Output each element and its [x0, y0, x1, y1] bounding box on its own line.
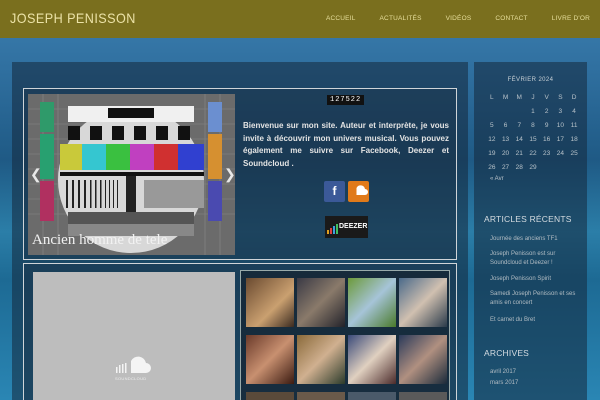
calendar-day	[499, 104, 513, 118]
nav-livre-dor[interactable]: LIVRE D'OR	[552, 15, 590, 22]
calendar-day	[554, 160, 568, 174]
gallery-photo[interactable]	[348, 278, 396, 327]
site-header: JOSEPH PENISSON ACCUEIL ACTUALITÉS VIDÉO…	[0, 0, 600, 38]
calendar-day: 7	[517, 121, 522, 129]
calendar-day: 23	[543, 149, 551, 157]
calendar-day: 24	[556, 149, 564, 157]
site-title[interactable]: JOSEPH PENISSON	[10, 10, 136, 26]
recent-articles-title: ARTICLES RÉCENTS	[484, 214, 572, 224]
deezer-label: DEEZER	[339, 223, 368, 230]
calendar-day	[540, 160, 554, 174]
calendar-day: 26	[488, 163, 496, 171]
calendar-day: 28	[515, 163, 523, 171]
calendar-day: 19	[488, 149, 496, 157]
calendar-day: 14	[515, 135, 523, 143]
soundcloud-logo-icon	[116, 356, 151, 373]
gallery-photo[interactable]	[297, 335, 345, 384]
archive-link[interactable]: avril 2017	[490, 368, 583, 377]
nav-contact[interactable]: CONTACT	[495, 15, 527, 22]
calendar-day: 10	[556, 121, 564, 129]
facebook-button[interactable]: f	[324, 181, 345, 202]
calendar-day: 8	[531, 121, 535, 129]
gallery-photo[interactable]	[297, 278, 345, 327]
calendar-day: 17	[556, 135, 564, 143]
deezer-button[interactable]: DEEZER	[325, 216, 368, 238]
gallery-photo[interactable]	[246, 335, 294, 384]
gallery-photo[interactable]	[399, 392, 447, 400]
soundcloud-button[interactable]	[348, 181, 369, 202]
deezer-icon	[327, 224, 338, 234]
calendar-day-header: S	[558, 93, 563, 101]
calendar-day: 29	[529, 163, 537, 171]
calendar-day	[512, 104, 526, 118]
gallery-photo[interactable]	[399, 278, 447, 327]
calendar-day-header: L	[490, 93, 494, 101]
image-slider[interactable]	[28, 94, 235, 255]
soundcloud-label: SOUNDCLOUD	[115, 376, 147, 381]
calendar-day: 2	[544, 107, 549, 115]
nav-videos[interactable]: VIDÉOS	[446, 15, 472, 22]
calendar-day	[567, 160, 581, 174]
slider-next-icon[interactable]: ❯	[224, 166, 236, 183]
calendar-day: 1	[531, 107, 535, 115]
calendar-day: 13	[501, 135, 510, 143]
calendar-day: 27	[501, 163, 510, 171]
nav-accueil[interactable]: ACCUEIL	[326, 15, 356, 22]
welcome-text: Bienvenue sur mon site. Auteur et interp…	[243, 121, 449, 168]
calendar-day: 22	[529, 149, 537, 157]
photo-gallery	[240, 270, 450, 400]
tv-test-card-image	[28, 94, 235, 255]
slider-prev-icon[interactable]: ❮	[30, 166, 42, 183]
recent-article-link[interactable]: Joseph Penisson Spirit	[490, 275, 583, 284]
main-nav: ACCUEIL ACTUALITÉS VIDÉOS CONTACT LIVRE …	[302, 15, 590, 22]
facebook-icon: f	[332, 184, 337, 198]
calendar-day: 15	[529, 135, 537, 143]
calendar-prev-link[interactable]: « Avr	[490, 176, 504, 182]
calendar-day: 6	[503, 121, 508, 129]
gallery-photo[interactable]	[348, 392, 396, 400]
calendar-day-header: M	[516, 93, 522, 101]
calendar-day: 16	[543, 135, 551, 143]
recent-article-link[interactable]: Samedi Joseph Penisson et ses amis en co…	[490, 290, 583, 308]
slider-caption: Ancien homme de tele	[32, 232, 168, 248]
calendar-day: 12	[488, 135, 496, 143]
calendar-day: 11	[570, 121, 578, 129]
calendar-day: 25	[570, 149, 578, 157]
calendar-day-header: D	[571, 93, 577, 101]
recent-article-link[interactable]: Joseph Penisson est sur Soundcloud et De…	[490, 250, 583, 268]
recent-article-link[interactable]: Et carnet du Bret	[490, 316, 583, 325]
calendar-day-header: M	[502, 93, 509, 101]
archives-title: ARCHIVES	[484, 348, 530, 358]
gallery-photo[interactable]	[246, 278, 294, 327]
calendar-day-header: J	[531, 93, 535, 101]
gallery-photo[interactable]	[348, 335, 396, 384]
calendar-day: 20	[501, 149, 510, 157]
calendar-day: 18	[570, 135, 578, 143]
calendar-day: 3	[558, 107, 563, 115]
nav-actualites[interactable]: ACTUALITÉS	[380, 15, 422, 22]
visit-counter: 127522	[327, 95, 365, 105]
recent-article-link[interactable]: Journée des anciens TF1	[490, 235, 583, 244]
calendar-day-header: V	[544, 93, 549, 101]
calendar-day: 9	[544, 121, 549, 129]
soundcloud-embed[interactable]: SOUNDCLOUD	[33, 272, 235, 400]
calendar-title: FÉVRIER 2024	[507, 77, 554, 83]
archive-link[interactable]: mars 2017	[490, 379, 583, 388]
gallery-photo[interactable]	[246, 392, 294, 400]
calendar-day: 5	[490, 121, 494, 129]
gallery-photo[interactable]	[399, 335, 447, 384]
calendar: L M M J V S D 1 2 3 4 5 6 7 8 9 10 11 12	[485, 90, 581, 174]
calendar-day: 4	[572, 107, 576, 115]
gallery-photo[interactable]	[297, 392, 345, 400]
calendar-day	[485, 104, 499, 118]
calendar-day: 21	[515, 149, 523, 157]
soundcloud-icon	[352, 185, 368, 195]
